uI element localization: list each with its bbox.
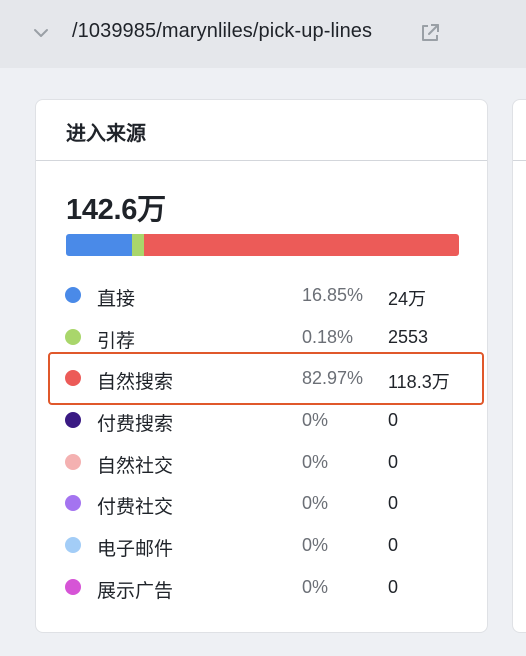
- source-row[interactable]: 直接 16.85% 24万: [36, 280, 487, 310]
- legend-dot: [65, 329, 81, 345]
- source-value: 118.3万: [388, 372, 450, 392]
- adjacent-card-divider: [513, 160, 526, 161]
- source-value: 0: [388, 577, 399, 597]
- legend-dot: [65, 454, 81, 470]
- source-percent: 0%: [302, 410, 329, 430]
- source-row[interactable]: 引荐 0.18% 2553: [36, 322, 487, 352]
- total-visits: 142.6万: [66, 194, 166, 226]
- source-percent: 0%: [302, 535, 329, 555]
- legend-dot: [65, 579, 81, 595]
- card-title: 进入来源: [66, 123, 146, 145]
- source-value: 0: [388, 535, 399, 555]
- card-divider: [36, 160, 487, 161]
- share-bar-segment: [144, 234, 459, 256]
- source-percent: 0.18%: [302, 327, 354, 347]
- legend-dot: [65, 412, 81, 428]
- share-bar: [66, 234, 459, 256]
- traffic-sources-card: 进入来源 142.6万 直接 16.85% 24万引荐 0.18% 2553 自然搜索 82…: [35, 99, 488, 633]
- share-bar-segment: [66, 234, 132, 256]
- share-bar-segment: [132, 234, 144, 256]
- source-row[interactable]: 展示广告 0% 0: [36, 572, 487, 602]
- source-value: 0: [388, 452, 399, 472]
- external-link-icon[interactable]: [419, 22, 441, 44]
- source-label: 付费社交: [97, 497, 174, 518]
- legend-dot: [65, 495, 81, 511]
- legend-dot: [65, 370, 81, 386]
- source-value: 0: [388, 410, 399, 430]
- source-percent: 0%: [302, 452, 329, 472]
- source-label: 引荐: [97, 331, 136, 352]
- source-percent: 16.85%: [302, 285, 364, 305]
- legend-dot: [65, 287, 81, 303]
- source-label: 付费搜索: [97, 414, 174, 435]
- source-row[interactable]: 自然社交 0% 0: [36, 447, 487, 477]
- source-label: 直接: [97, 289, 136, 310]
- chevron-down-icon[interactable]: [32, 24, 50, 42]
- source-label: 自然搜索: [97, 372, 174, 393]
- legend-dot: [65, 537, 81, 553]
- source-percent: 82.97%: [302, 368, 364, 388]
- source-label: 展示广告: [97, 581, 174, 602]
- source-row[interactable]: 付费社交 0% 0: [36, 488, 487, 518]
- source-value: 0: [388, 493, 399, 513]
- adjacent-card: [512, 99, 526, 633]
- source-label: 自然社交: [97, 456, 174, 477]
- source-percent: 0%: [302, 577, 329, 597]
- source-label: 电子邮件: [97, 539, 174, 560]
- source-row[interactable]: 电子邮件 0% 0: [36, 530, 487, 560]
- source-value: 24万: [388, 289, 427, 309]
- source-percent: 0%: [302, 493, 329, 513]
- source-row[interactable]: 自然搜索 82.97% 118.3万: [36, 363, 487, 393]
- top-bar: /1039985/marynliles/pick-up-lines: [0, 0, 526, 68]
- url-path: /1039985/marynliles/pick-up-lines: [72, 20, 373, 42]
- source-value: 2553: [388, 327, 429, 347]
- source-row[interactable]: 付费搜索 0% 0: [36, 405, 487, 435]
